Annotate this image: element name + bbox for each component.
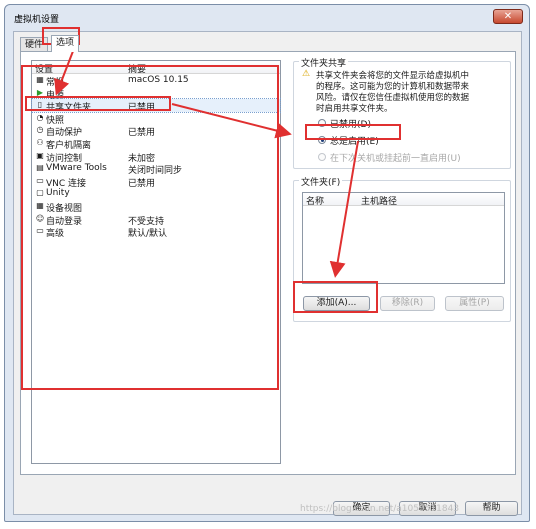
folder-list-header: 名称 主机路径	[303, 193, 504, 207]
settings-row[interactable]: ▢ Unity	[32, 187, 280, 200]
guest-isolation-icon: ⚇	[36, 137, 44, 147]
settings-row[interactable]: ▭ VNC 连接 已禁用	[32, 175, 280, 189]
column-header-name[interactable]: 名称	[306, 194, 324, 207]
folder-properties-button: 属性(P)	[445, 296, 504, 311]
close-button[interactable]: ✕	[493, 9, 523, 24]
access-control-icon: ▣	[36, 150, 44, 160]
settings-row-name: 高级	[46, 229, 65, 240]
power-icon: ▶	[36, 87, 44, 97]
shared-folder-list[interactable]: 名称 主机路径	[302, 192, 505, 284]
tab-options[interactable]: 选项	[51, 35, 80, 52]
options-panel: 设置 摘要 ▦ 常规 macOS 10.15 ▶ 电源 ▯ 共享文件夹 已禁用 ◔ 快照 ◷ 自动保护…	[20, 51, 516, 475]
settings-row[interactable]: ▦ 设备视图	[32, 200, 280, 214]
device-view-icon: ▦	[36, 200, 44, 210]
snapshot-icon: ◔	[36, 112, 44, 122]
settings-list-header: 设置 摘要	[32, 61, 280, 75]
settings-row-name: VMware Tools	[46, 163, 107, 174]
radio-until-poweroff	[318, 153, 326, 161]
dialog-body: 硬件 选项 设置 摘要 ▦ 常规 macOS 10.15 ▶ 电源 ▯ 共享文件夹 已禁用 ◔ 快…	[13, 31, 522, 516]
radio-until-poweroff-label: 在下次关机或挂起前一直启用(U)	[330, 154, 461, 164]
vm-settings-dialog: 虚拟机设置 ✕ 硬件 选项 设置 摘要 ▦ 常规 macOS 10.15 ▶ 电源 ▯ 共享…	[4, 4, 530, 522]
folders-group: 文件夹(F) 名称 主机路径 添加(A)... 移除(R) 属性(P)	[293, 175, 511, 322]
advanced-icon: ▭	[36, 226, 44, 236]
remove-folder-button: 移除(R)	[380, 296, 435, 311]
settings-row[interactable]: ▣ 访问控制 未加密	[32, 150, 280, 164]
autologin-icon: ☺	[35, 213, 45, 223]
settings-row[interactable]: ▯ 共享文件夹 已禁用	[31, 98, 281, 113]
settings-row[interactable]: ▭ 高级 默认/默认	[32, 225, 280, 240]
general-icon: ▦	[36, 75, 44, 84]
autoprotect-icon: ◷	[36, 125, 44, 135]
unity-icon: ▢	[36, 188, 44, 198]
settings-row-summary: macOS 10.15	[128, 75, 189, 85]
title-bar[interactable]: 虚拟机设置 ✕	[5, 5, 529, 29]
settings-row-summary: 默认/默认	[128, 229, 168, 240]
settings-row[interactable]: ⚇ 客户机隔离	[32, 137, 280, 151]
settings-row[interactable]: ▶ 电源	[32, 87, 280, 101]
help-button[interactable]: 帮助	[465, 501, 518, 516]
shared-folders-icon: ▯	[37, 100, 43, 110]
settings-row[interactable]: ◔ 快照	[32, 112, 280, 126]
sharing-description-line: 时启用共享文件夹。	[316, 104, 393, 114]
settings-row-name: Unity	[46, 188, 70, 199]
settings-row[interactable]: ☺ 自动登录 不受支持	[32, 213, 280, 227]
watermark-text: https://blog.csdn.net/a1059511843	[300, 504, 460, 514]
folder-sharing-legend: 文件夹共享	[299, 56, 349, 69]
column-header-host-path[interactable]: 主机路径	[361, 194, 397, 207]
tab-hardware[interactable]: 硬件	[20, 37, 49, 52]
folder-sharing-group: 文件夹共享 ⚠ 共享文件夹会将您的文件显示给虚拟机中 的程序。这可能为您的计算机…	[293, 56, 511, 169]
add-folder-button[interactable]: 添加(A)...	[303, 296, 370, 311]
settings-list[interactable]: 设置 摘要 ▦ 常规 macOS 10.15 ▶ 电源 ▯ 共享文件夹 已禁用 ◔ 快照 ◷ 自动保护…	[31, 60, 281, 464]
radio-disabled[interactable]	[318, 119, 326, 127]
settings-row[interactable]: ▦ 常规 macOS 10.15	[32, 74, 280, 88]
settings-rows: ▦ 常规 macOS 10.15 ▶ 电源 ▯ 共享文件夹 已禁用 ◔ 快照 ◷ 自动保护 已禁用 ⚇ 客户…	[31, 74, 281, 240]
radio-disabled-label[interactable]: 已禁用(D)	[330, 117, 371, 130]
radio-always-enabled-label[interactable]: 总是启用(E)	[330, 134, 379, 147]
vnc-icon: ▭	[36, 175, 44, 185]
settings-row[interactable]: ▤ VMware Tools 关闭时间同步	[32, 162, 280, 176]
window-title: 虚拟机设置	[14, 15, 60, 25]
warning-icon: ⚠	[302, 69, 311, 79]
vmware-tools-icon: ▤	[36, 163, 44, 173]
settings-row[interactable]: ◷ 自动保护 已禁用	[32, 124, 280, 138]
radio-always-enabled[interactable]	[318, 136, 326, 144]
folders-legend: 文件夹(F)	[299, 175, 343, 188]
